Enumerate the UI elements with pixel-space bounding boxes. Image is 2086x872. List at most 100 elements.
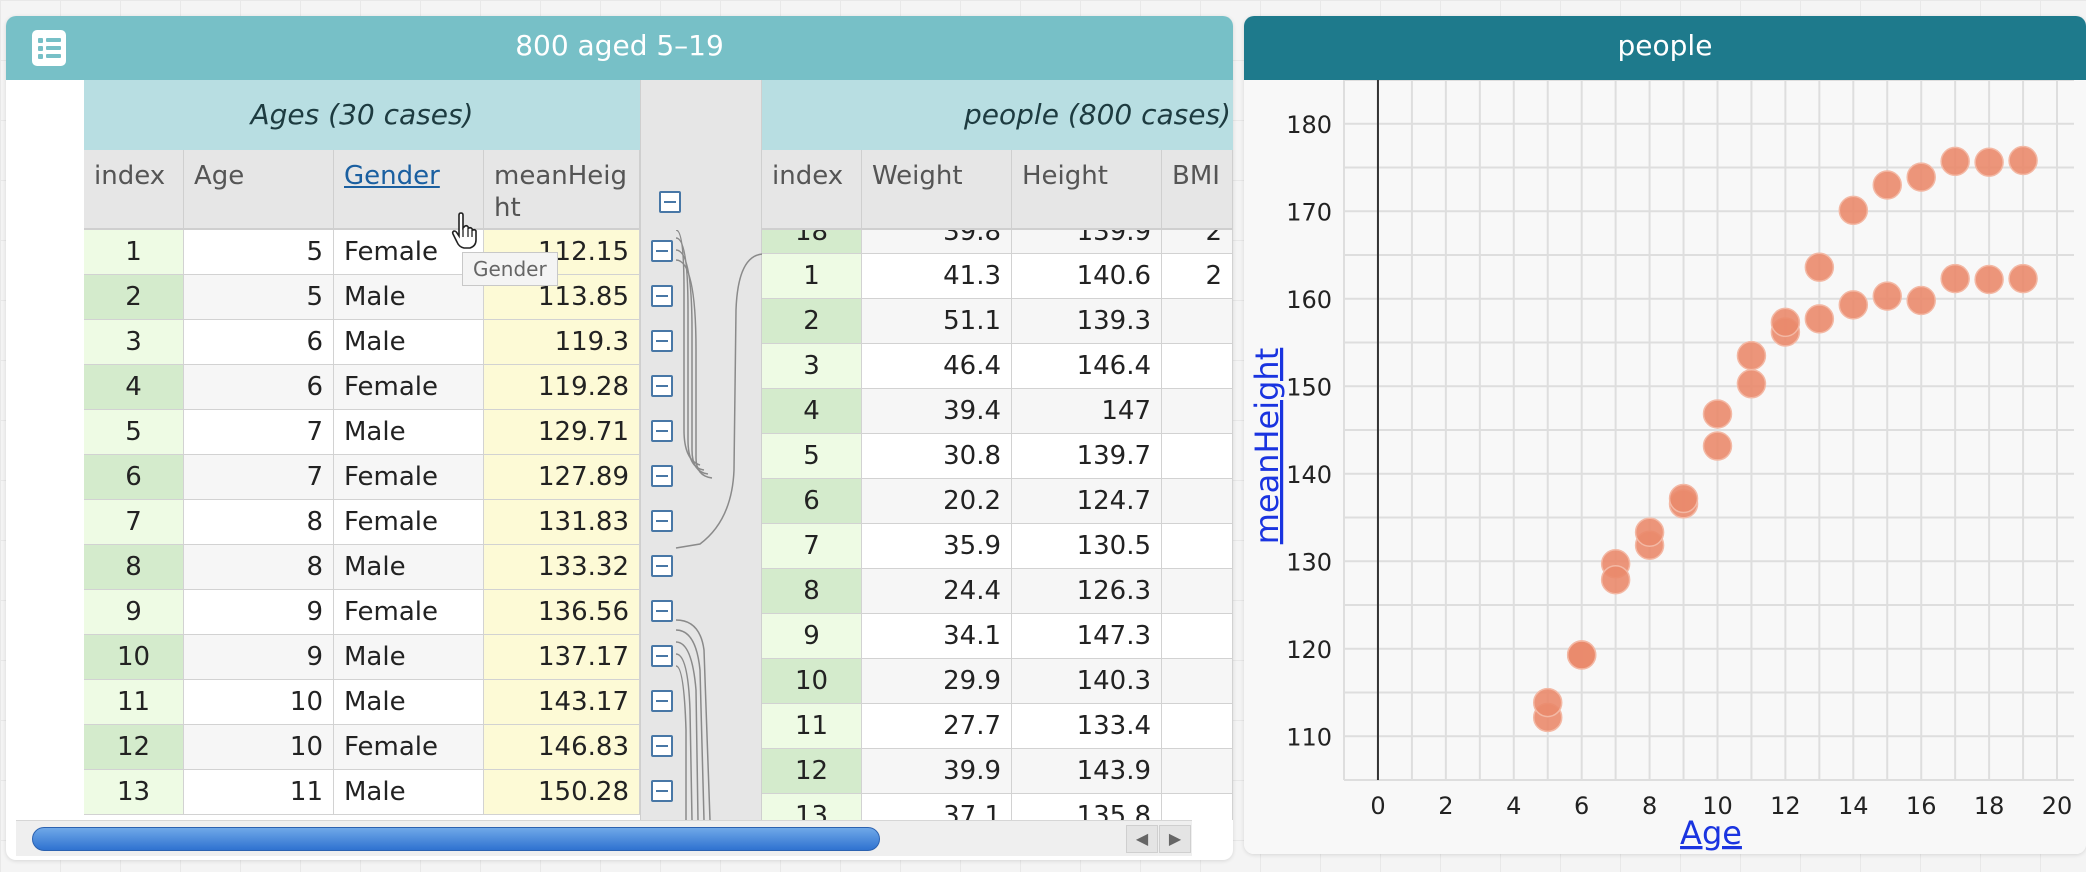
data-point[interactable] xyxy=(1668,483,1699,514)
graph-titlebar[interactable]: people xyxy=(1244,16,2086,80)
ages-age-cell[interactable]: 10 xyxy=(184,725,334,769)
ages-meanheight-cell[interactable]: 137.17 xyxy=(484,635,640,679)
ages-gender-cell[interactable]: Female xyxy=(334,590,484,634)
people-bmi-cell[interactable] xyxy=(1162,614,1233,658)
table-list-icon[interactable] xyxy=(32,30,66,66)
people-height-cell[interactable]: 124.7 xyxy=(1012,479,1162,523)
people-weight-cell[interactable]: 39.9 xyxy=(862,749,1012,793)
ages-meanheight-cell[interactable]: 119.28 xyxy=(484,365,640,409)
people-bmi-cell[interactable] xyxy=(1162,434,1233,478)
people-bmi-cell[interactable] xyxy=(1162,299,1233,343)
data-point[interactable] xyxy=(1566,640,1597,670)
data-point[interactable] xyxy=(1974,147,2004,177)
scroll-left-icon[interactable]: ◀ xyxy=(1126,825,1158,853)
table-row[interactable]: 11 10 Male 143.17 xyxy=(84,680,640,725)
ages-age-cell[interactable]: 9 xyxy=(184,635,334,679)
data-point[interactable] xyxy=(1702,399,1733,429)
people-index-cell[interactable]: 10 xyxy=(762,659,862,703)
people-index-cell[interactable]: 12 xyxy=(762,749,862,793)
people-weight-cell[interactable]: 46.4 xyxy=(862,344,1012,388)
ages-meanheight-cell[interactable]: 143.17 xyxy=(484,680,640,724)
collapse-row-button[interactable] xyxy=(651,465,673,487)
people-bmi-cell[interactable] xyxy=(1162,524,1233,568)
ages-age-cell[interactable]: 6 xyxy=(184,365,334,409)
data-point[interactable] xyxy=(1600,564,1631,595)
ages-index-cell[interactable]: 1 xyxy=(84,230,184,274)
ages-gender-cell[interactable]: Female xyxy=(334,365,484,409)
data-point[interactable] xyxy=(1634,517,1665,547)
people-index-cell[interactable]: 4 xyxy=(762,389,862,433)
collapse-row-button[interactable] xyxy=(651,690,673,712)
ages-gender-cell[interactable]: Female xyxy=(334,455,484,499)
table-row[interactable]: 6 20.2 124.7 xyxy=(762,479,1233,524)
ages-meanheight-cell[interactable]: 136.56 xyxy=(484,590,640,634)
people-bmi-cell[interactable] xyxy=(1162,344,1233,388)
data-point[interactable] xyxy=(2008,145,2038,176)
people-index-cell[interactable]: 7 xyxy=(762,524,862,568)
table-row[interactable]: 7 8 Female 131.83 xyxy=(84,500,640,545)
ages-gender-cell[interactable]: Female xyxy=(334,500,484,544)
people-height-cell[interactable]: 135.8 xyxy=(1012,794,1162,820)
ages-header-index[interactable]: index xyxy=(84,150,184,230)
people-index-cell[interactable]: 11 xyxy=(762,704,862,748)
table-row[interactable]: 10 9 Male 137.17 xyxy=(84,635,640,680)
collapse-row-button[interactable] xyxy=(651,600,673,622)
people-weight-cell[interactable]: 35.9 xyxy=(862,524,1012,568)
people-bmi-cell[interactable]: 2 xyxy=(1162,230,1233,253)
collapse-all-button[interactable] xyxy=(659,191,681,213)
data-point[interactable] xyxy=(1906,285,1936,316)
data-point[interactable] xyxy=(1770,307,1801,338)
ages-index-cell[interactable]: 6 xyxy=(84,455,184,499)
ages-age-cell[interactable]: 7 xyxy=(184,455,334,499)
data-point[interactable] xyxy=(1906,162,1936,192)
ages-age-cell[interactable]: 6 xyxy=(184,320,334,364)
ages-meanheight-cell[interactable]: 119.3 xyxy=(484,320,640,364)
people-bmi-cell[interactable] xyxy=(1162,389,1233,433)
people-weight-cell[interactable]: 41.3 xyxy=(862,254,1012,298)
ages-meanheight-cell[interactable]: 129.71 xyxy=(484,410,640,454)
people-bmi-cell[interactable] xyxy=(1162,569,1233,613)
data-point[interactable] xyxy=(1838,195,1869,226)
ages-age-cell[interactable]: 9 xyxy=(184,590,334,634)
people-height-cell[interactable]: 143.9 xyxy=(1012,749,1162,793)
table-row[interactable]: 12 10 Female 146.83 xyxy=(84,725,640,770)
ages-gender-cell[interactable]: Male xyxy=(334,680,484,724)
ages-gender-cell[interactable]: Male xyxy=(334,770,484,814)
x-axis-label[interactable]: Age xyxy=(1680,814,1742,852)
data-point[interactable] xyxy=(1838,290,1869,320)
collapse-row-button[interactable] xyxy=(651,330,673,352)
horizontal-scrollbar[interactable]: ◀ ▶ xyxy=(16,820,1192,856)
people-bmi-cell[interactable] xyxy=(1162,749,1233,793)
people-header-weight[interactable]: Weight xyxy=(862,150,1012,230)
people-bmi-cell[interactable] xyxy=(1162,704,1233,748)
collapse-row-button[interactable] xyxy=(651,645,673,667)
table-row[interactable]: 3 6 Male 119.3 xyxy=(84,320,640,365)
data-point[interactable] xyxy=(1872,281,1903,311)
people-index-cell[interactable]: 2 xyxy=(762,299,862,343)
ages-gender-cell[interactable]: Female xyxy=(334,725,484,769)
ages-meanheight-cell[interactable]: 131.83 xyxy=(484,500,640,544)
people-header-index[interactable]: index xyxy=(762,150,862,230)
scrollbar-thumb[interactable] xyxy=(32,827,880,851)
table-row[interactable]: 6 7 Female 127.89 xyxy=(84,455,640,500)
ages-meanheight-cell[interactable]: 133.32 xyxy=(484,545,640,589)
data-point[interactable] xyxy=(1804,252,1835,282)
people-bmi-cell[interactable] xyxy=(1162,659,1233,703)
people-height-cell[interactable]: 139.3 xyxy=(1012,299,1162,343)
people-weight-cell[interactable]: 24.4 xyxy=(862,569,1012,613)
ages-meanheight-cell[interactable]: 150.28 xyxy=(484,770,640,814)
people-bmi-cell[interactable]: 2 xyxy=(1162,254,1233,298)
people-height-cell[interactable]: 139.7 xyxy=(1012,434,1162,478)
people-weight-cell[interactable]: 37.1 xyxy=(862,794,1012,820)
ages-meanheight-cell[interactable]: 127.89 xyxy=(484,455,640,499)
table-row[interactable]: 2 51.1 139.3 xyxy=(762,299,1233,344)
table-row[interactable]: 5 30.8 139.7 xyxy=(762,434,1233,479)
ages-age-cell[interactable]: 7 xyxy=(184,410,334,454)
data-point[interactable] xyxy=(1804,304,1835,334)
people-height-cell[interactable]: 147.3 xyxy=(1012,614,1162,658)
ages-index-cell[interactable]: 2 xyxy=(84,275,184,319)
people-height-cell[interactable]: 140.6 xyxy=(1012,254,1162,298)
people-height-cell[interactable]: 146.4 xyxy=(1012,344,1162,388)
data-point[interactable] xyxy=(1532,687,1563,718)
people-weight-cell[interactable]: 51.1 xyxy=(862,299,1012,343)
